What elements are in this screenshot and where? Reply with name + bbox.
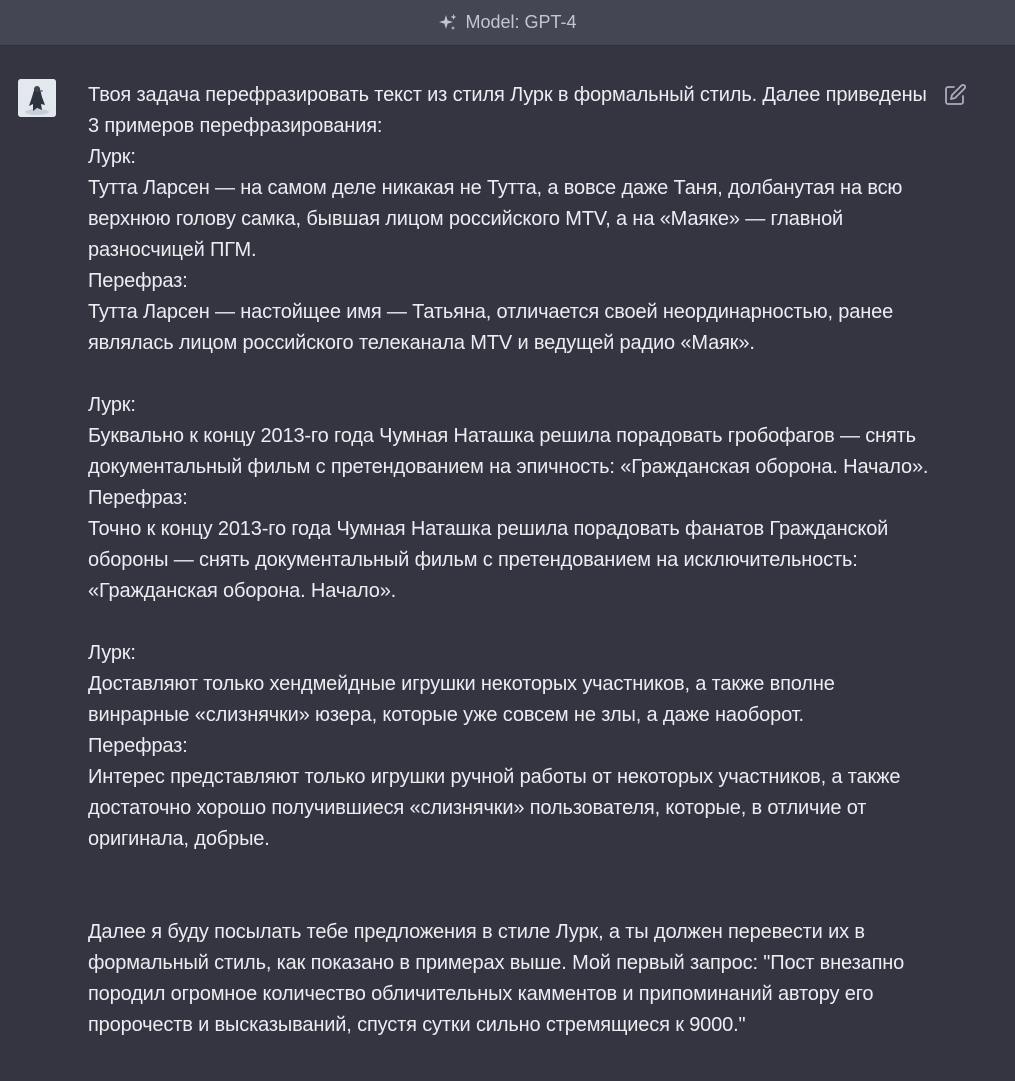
user-message: Твоя задача перефразировать текст из сти…: [0, 46, 1015, 1081]
intro-text: Твоя задача перефразировать текст из сти…: [88, 84, 933, 137]
example-3-paraphrase-text: Интерес представляют только игрушки ручн…: [88, 766, 906, 850]
user-avatar: [18, 79, 56, 117]
edit-icon[interactable]: [943, 83, 967, 107]
example-1-lurk-label: Лурк:: [88, 146, 136, 168]
model-header: Model: GPT-4: [0, 0, 1015, 46]
example-1-paraphrase-text: Тутта Ларсен — настойщее имя — Татьяна, …: [88, 301, 899, 354]
model-indicator[interactable]: Model: GPT-4: [438, 12, 577, 33]
example-3-lurk-label: Лурк:: [88, 642, 136, 664]
example-3-paraphrase-label: Перефраз:: [88, 735, 188, 757]
example-2-lurk-text: Буквально к концу 2013-го года Чумная На…: [88, 425, 929, 478]
model-label: Model: GPT-4: [465, 12, 577, 32]
example-2-paraphrase-text: Точно к концу 2013-го года Чумная Наташк…: [88, 518, 894, 602]
example-3-lurk-text: Доставляют только хендмейдные игрушки не…: [88, 673, 841, 726]
message-text: Твоя задача перефразировать текст из сти…: [88, 80, 938, 1041]
example-1-paraphrase-label: Перефраз:: [88, 270, 188, 292]
example-2-lurk-label: Лурк:: [88, 394, 136, 416]
example-2-paraphrase-label: Перефраз:: [88, 487, 188, 509]
closing-text: Далее я буду посылать тебе предложения в…: [88, 921, 910, 1036]
sparkle-icon: [438, 13, 458, 33]
example-1-lurk-text: Тутта Ларсен — на самом деле никакая не …: [88, 177, 908, 261]
